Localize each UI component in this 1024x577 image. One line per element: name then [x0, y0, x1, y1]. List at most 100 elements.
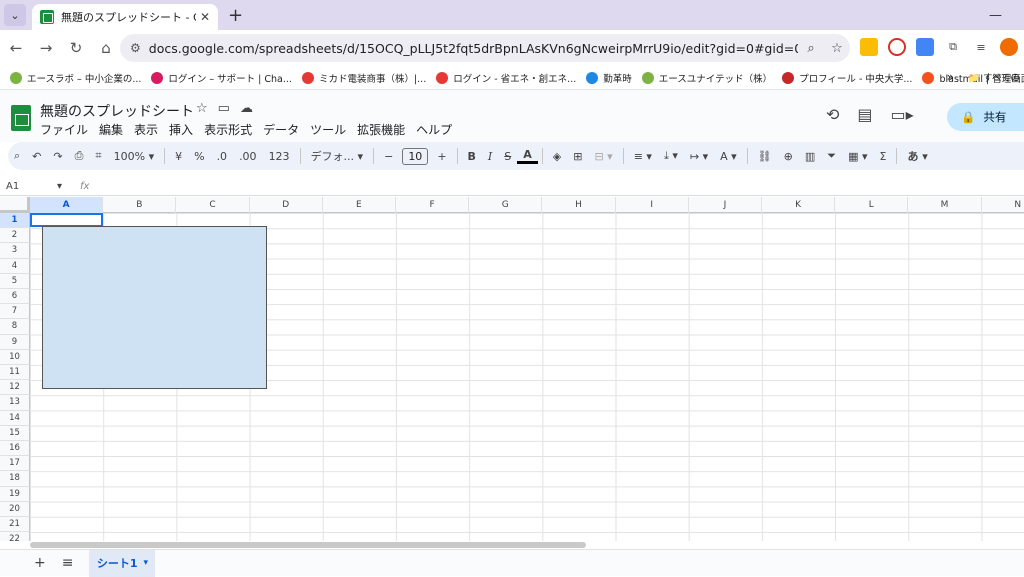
strikethrough-icon[interactable]: S [498, 150, 517, 163]
minimize-icon[interactable]: — [989, 8, 1002, 23]
insert-comment-icon[interactable]: ⊕ [778, 150, 799, 163]
filter-views-icon[interactable]: ▦ ▾ [842, 150, 873, 163]
italic-icon[interactable]: I [482, 150, 498, 163]
forward-arrow-icon[interactable]: → [32, 34, 60, 62]
column-header-c[interactable]: C [176, 197, 250, 213]
sheets-logo-icon[interactable] [11, 105, 31, 131]
reload-icon[interactable]: ↻ [62, 34, 90, 62]
bookmarks-more-icon[interactable]: » [947, 70, 954, 84]
percent-format-button[interactable]: % [188, 150, 210, 163]
bold-icon[interactable]: B [462, 150, 482, 163]
row-header[interactable]: 14 [0, 410, 30, 426]
row-header[interactable]: 20 [0, 501, 30, 517]
version-history-icon[interactable]: ⟲ [826, 105, 839, 124]
zoom-select[interactable]: 100% ▾ [108, 150, 160, 163]
row-header[interactable]: 22 [0, 532, 30, 541]
drawing-rectangle[interactable] [42, 226, 267, 389]
active-cell-a1[interactable] [30, 213, 103, 227]
name-box[interactable]: A1 ▾ [0, 181, 68, 192]
horizontal-align-icon[interactable]: ≡ ▾ [628, 150, 658, 163]
increase-decimal-button[interactable]: .00 [233, 150, 263, 163]
row-header[interactable]: 4 [0, 258, 30, 274]
reading-list-icon[interactable]: ≡ [972, 38, 990, 56]
column-header-j[interactable]: J [689, 197, 762, 213]
bookmark-item[interactable]: ミカド電装商事（株）|... [301, 71, 426, 85]
browser-tab[interactable]: 無題のスプレッドシート - Google スプレ ✕ [32, 4, 218, 30]
column-header-l[interactable]: L [835, 197, 909, 213]
column-header-b[interactable]: B [103, 197, 177, 213]
undo-icon[interactable]: ↶ [26, 150, 47, 163]
all-sheets-menu-icon[interactable]: ≡ [62, 555, 74, 571]
filter-icon[interactable]: ⏷ [821, 149, 842, 163]
share-button[interactable]: 🔒 共有 [947, 103, 1024, 131]
row-header[interactable]: 6 [0, 289, 30, 305]
back-arrow-icon[interactable]: ← [2, 34, 30, 62]
menu-item[interactable]: 表示形式 [204, 121, 252, 138]
row-header[interactable]: 15 [0, 425, 30, 441]
all-bookmarks-folder[interactable]: 📁 すべての [968, 70, 1020, 84]
row-header[interactable]: 7 [0, 304, 30, 320]
move-folder-icon[interactable]: ▭ [218, 101, 230, 116]
row-header[interactable]: 12 [0, 380, 30, 396]
chevron-down-icon[interactable]: ▾ [144, 558, 149, 568]
sheet-tab[interactable]: シート1 ▾ [89, 549, 156, 577]
vertical-align-icon[interactable]: ⤓ ▾ [658, 149, 684, 163]
bookmark-item[interactable]: プロフィール - 中央大学... [782, 71, 912, 85]
row-header[interactable]: 18 [0, 471, 30, 487]
input-tools-button[interactable]: あ ▾ [901, 148, 933, 164]
row-header[interactable]: 16 [0, 441, 30, 457]
borders-icon[interactable]: ⊞ [567, 150, 588, 163]
column-header-k[interactable]: K [762, 197, 836, 213]
column-header-f[interactable]: F [396, 197, 470, 213]
record-extension-icon[interactable] [888, 38, 906, 56]
site-info-icon[interactable]: ⚙ [130, 41, 141, 55]
address-bar[interactable]: ⚙ docs.google.com/spreadsheets/d/15OCQ_p… [120, 34, 850, 62]
menu-item[interactable]: 拡張機能 [357, 121, 405, 138]
bookmark-item[interactable]: ログイン - 省エネ・創エネ... [436, 71, 576, 85]
menu-item[interactable]: ファイル [40, 121, 88, 138]
row-header[interactable]: 10 [0, 349, 30, 365]
row-header[interactable]: 9 [0, 334, 30, 350]
fill-color-icon[interactable]: ◈ [547, 150, 567, 163]
calendar-extension-icon[interactable] [916, 38, 934, 56]
menu-item[interactable]: ヘルプ [416, 121, 452, 138]
comments-icon[interactable]: ▤ [857, 105, 872, 124]
select-all-corner[interactable] [0, 197, 30, 213]
text-wrap-icon[interactable]: ↦ ▾ [684, 150, 714, 163]
insert-link-icon[interactable]: ⛓ [752, 150, 778, 163]
search-menus-icon[interactable]: ⌕ [8, 149, 26, 163]
bookmark-item[interactable]: エースユナイテッド（株） [641, 71, 772, 85]
column-header-g[interactable]: G [469, 197, 543, 213]
star-icon[interactable]: ☆ [196, 101, 208, 116]
cloud-status-icon[interactable]: ☁ [240, 101, 253, 116]
column-header-h[interactable]: H [542, 197, 616, 213]
column-header-a[interactable]: A [30, 197, 104, 213]
add-sheet-button[interactable]: + [34, 555, 46, 571]
merge-cells-icon[interactable]: ⊟ ▾ [588, 150, 618, 163]
bookmark-item[interactable]: ログイン – サポート | Cha... [151, 71, 292, 85]
bookmark-item[interactable]: 勤革時 [586, 71, 632, 85]
menu-item[interactable]: データ [263, 121, 299, 138]
paint-format-icon[interactable]: ⌗ [89, 149, 107, 163]
menu-item[interactable]: 挿入 [169, 121, 193, 138]
row-header[interactable]: 1 [0, 213, 30, 229]
functions-icon[interactable]: Σ [873, 150, 892, 163]
currency-format-button[interactable]: ¥ [169, 150, 188, 163]
font-size-decrease-button[interactable]: − [378, 150, 399, 163]
font-select[interactable]: デフォ... ▾ [305, 148, 370, 164]
insert-chart-icon[interactable]: ▥ [799, 150, 821, 163]
row-header[interactable]: 2 [0, 228, 30, 244]
column-header-n[interactable]: N [982, 197, 1024, 213]
puzzle-icon[interactable]: ⧉ [944, 38, 962, 56]
row-header[interactable]: 5 [0, 273, 30, 289]
menu-item[interactable]: 編集 [99, 121, 123, 138]
bookmark-star-icon[interactable]: ☆ [824, 41, 850, 56]
number-format-button[interactable]: 123 [263, 150, 296, 163]
column-header-d[interactable]: D [250, 197, 323, 213]
bookmark-item[interactable]: エースラボ – 中小企業の... [10, 71, 141, 85]
profile-avatar[interactable] [1000, 38, 1018, 56]
column-header-i[interactable]: I [616, 197, 689, 213]
tab-search-dropdown[interactable]: ⌄ [4, 4, 26, 26]
row-header[interactable]: 17 [0, 456, 30, 472]
home-icon[interactable]: ⌂ [92, 34, 120, 62]
